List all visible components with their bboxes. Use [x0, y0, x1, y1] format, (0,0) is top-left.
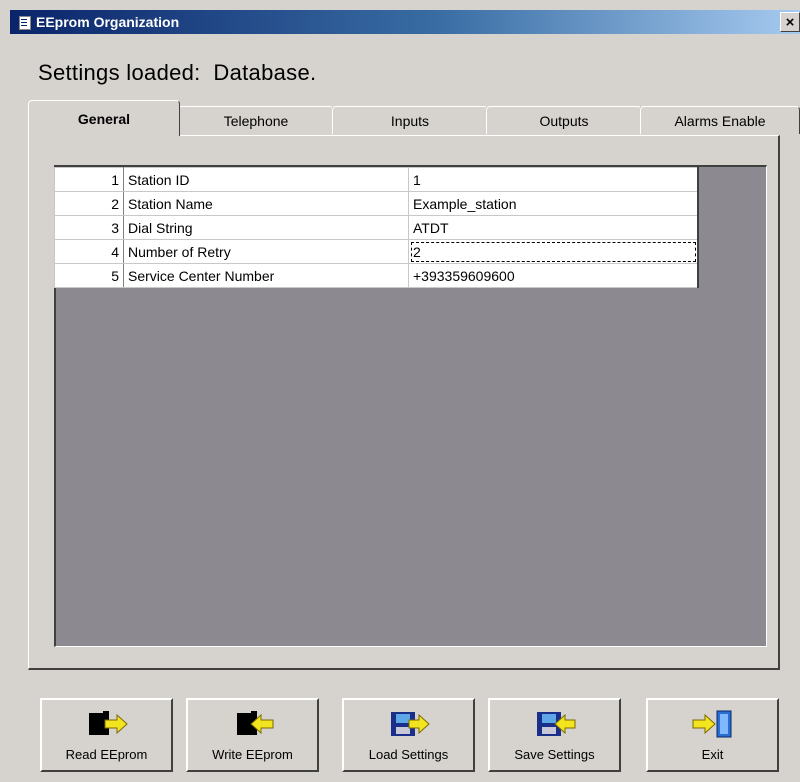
- tab-inputs[interactable]: Inputs: [332, 106, 488, 134]
- read-eeprom-button[interactable]: Read EEprom: [40, 698, 173, 772]
- disk-arrow-left-icon: [536, 712, 575, 736]
- row-number: 2: [54, 191, 124, 216]
- save-settings-button[interactable]: Save Settings: [488, 698, 621, 772]
- row-number: 1: [54, 167, 124, 192]
- table-row: 2 Station Name Example_station: [54, 191, 699, 216]
- read-eeprom-label: Read EEprom: [65, 747, 148, 762]
- row-number: 4: [54, 239, 124, 264]
- window-title: EEprom Organization: [36, 14, 180, 30]
- write-eeprom-label: Write EEprom: [212, 747, 293, 762]
- status-text: Settings loaded: Database.: [38, 60, 317, 85]
- setting-value[interactable]: Example_station: [408, 191, 699, 216]
- disk-arrow-right-icon: [390, 712, 430, 736]
- tab-alarms-enable[interactable]: Alarms Enable: [640, 106, 800, 134]
- chip-arrow-left-icon: [236, 711, 273, 735]
- settings-grid: 1 Station ID 1 2 Station Name Example_st…: [54, 167, 699, 288]
- setting-value[interactable]: ATDT: [408, 215, 699, 240]
- tab-strip: General Telephone Inputs Outputs Alarms …: [28, 100, 800, 136]
- setting-name: Number of Retry: [123, 239, 409, 264]
- app-icon: [18, 15, 32, 30]
- row-number: 5: [54, 263, 124, 288]
- setting-name: Service Center Number: [123, 263, 409, 288]
- table-row: 3 Dial String ATDT: [54, 215, 699, 240]
- button-bar: Read EEprom Write EEprom Load Settings S…: [40, 698, 800, 778]
- table-row: 1 Station ID 1: [54, 167, 699, 192]
- load-settings-label: Load Settings: [368, 747, 449, 762]
- close-button[interactable]: ×: [780, 12, 800, 32]
- setting-value[interactable]: 2: [408, 239, 699, 264]
- setting-name: Dial String: [123, 215, 409, 240]
- door-exit-icon: [692, 710, 731, 738]
- setting-value[interactable]: 1: [408, 167, 699, 192]
- chip-arrow-right-icon: [88, 711, 128, 735]
- exit-label: Exit: [701, 747, 724, 762]
- tab-telephone[interactable]: Telephone: [178, 106, 334, 134]
- row-number: 3: [54, 215, 124, 240]
- table-row: 4 Number of Retry 2: [54, 239, 699, 264]
- save-settings-label: Save Settings: [514, 747, 595, 762]
- setting-name: Station ID: [123, 167, 409, 192]
- title-bar: EEprom Organization ×: [10, 10, 800, 34]
- tab-outputs[interactable]: Outputs: [486, 106, 642, 134]
- exit-button[interactable]: Exit: [646, 698, 779, 772]
- tab-general[interactable]: General: [28, 100, 180, 136]
- write-eeprom-button[interactable]: Write EEprom: [186, 698, 319, 772]
- table-row: 5 Service Center Number +393359609600: [54, 263, 699, 288]
- setting-name: Station Name: [123, 191, 409, 216]
- load-settings-button[interactable]: Load Settings: [342, 698, 475, 772]
- setting-value[interactable]: +393359609600: [408, 263, 699, 288]
